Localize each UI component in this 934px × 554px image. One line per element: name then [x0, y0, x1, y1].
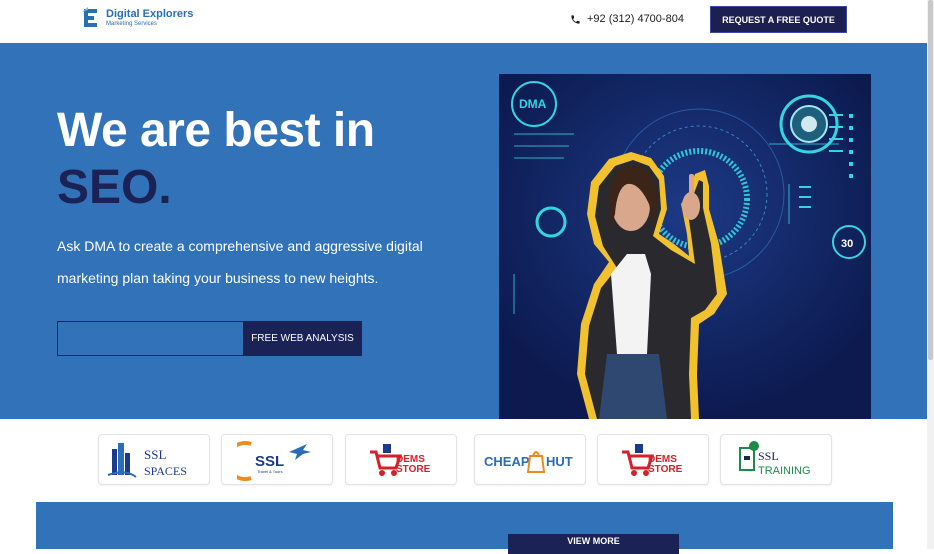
partner-logo-ssl-training[interactable]: SSL TRAINING — [720, 434, 832, 485]
phone-icon — [571, 14, 580, 24]
partner-name: STORE — [648, 464, 683, 475]
logo-title: Digital Explorers — [106, 8, 194, 20]
partner-logo-dems-store-2[interactable]: DEMS STORE — [597, 434, 709, 485]
partner-name: TRAINING — [758, 465, 811, 477]
brand-logo[interactable]: Digital Explorers Marketing Services — [82, 7, 193, 29]
website-url-input[interactable] — [57, 321, 244, 356]
partner-name: STORE — [396, 464, 431, 475]
partner-name: SSL — [758, 449, 779, 463]
logo-icon — [82, 7, 102, 29]
partner-name: SPACES — [144, 464, 187, 478]
cart-icon: DEMS STORE — [622, 443, 683, 476]
partner-logo-cheap-hut[interactable]: CHEAP HUT — [474, 434, 586, 485]
scrollbar-thumb[interactable] — [928, 0, 933, 360]
cart-icon: DEMS STORE — [370, 443, 431, 476]
partner-logo-ssl-travel[interactable]: SSL Travel & Tours — [221, 434, 333, 485]
view-more-button[interactable]: VIEW MORE — [508, 534, 679, 554]
partner-name: SSL — [144, 447, 166, 462]
hero-section: We are best in SEO. Ask DMA to create a … — [0, 43, 934, 419]
hud-badge: DMA — [519, 97, 547, 111]
building-icon: SSL SPACES — [107, 442, 187, 478]
training-icon: SSL TRAINING — [739, 440, 811, 477]
partners-strip: SSL SPACES SSL Travel & Tours DEMS STORE… — [0, 419, 934, 502]
free-web-analysis-button[interactable]: FREE WEB ANALYSIS — [243, 321, 362, 356]
partner-logo-dems-store[interactable]: DEMS STORE — [345, 434, 457, 485]
shopping-bag-icon: CHEAP HUT — [484, 450, 573, 473]
hero-image: DMA 30 — [499, 74, 871, 419]
hud-counter: 30 — [841, 238, 853, 250]
plane-icon: SSL Travel & Tours — [237, 440, 311, 481]
bottom-section: VIEW MORE — [36, 502, 893, 554]
hero-heading-highlight: SEO. — [57, 161, 172, 214]
partner-name: SSL — [255, 453, 284, 470]
partner-name: HUT — [546, 454, 573, 469]
logo-subtitle: Marketing Services — [106, 21, 158, 27]
hero-description: Ask DMA to create a comprehensive and ag… — [57, 238, 423, 286]
partner-name: Travel & Tours — [257, 469, 283, 474]
site-header: Digital Explorers Marketing Services +92… — [0, 0, 934, 43]
phone-link[interactable]: +92 (312) 4700-804 — [570, 13, 684, 25]
request-quote-button[interactable]: REQUEST A FREE QUOTE — [710, 6, 847, 33]
hero-heading: We are best in — [57, 104, 375, 157]
partner-name: CHEAP — [484, 454, 530, 469]
partner-logo-ssl-spaces[interactable]: SSL SPACES — [98, 434, 210, 485]
phone-number: +92 (312) 4700-804 — [587, 13, 684, 25]
